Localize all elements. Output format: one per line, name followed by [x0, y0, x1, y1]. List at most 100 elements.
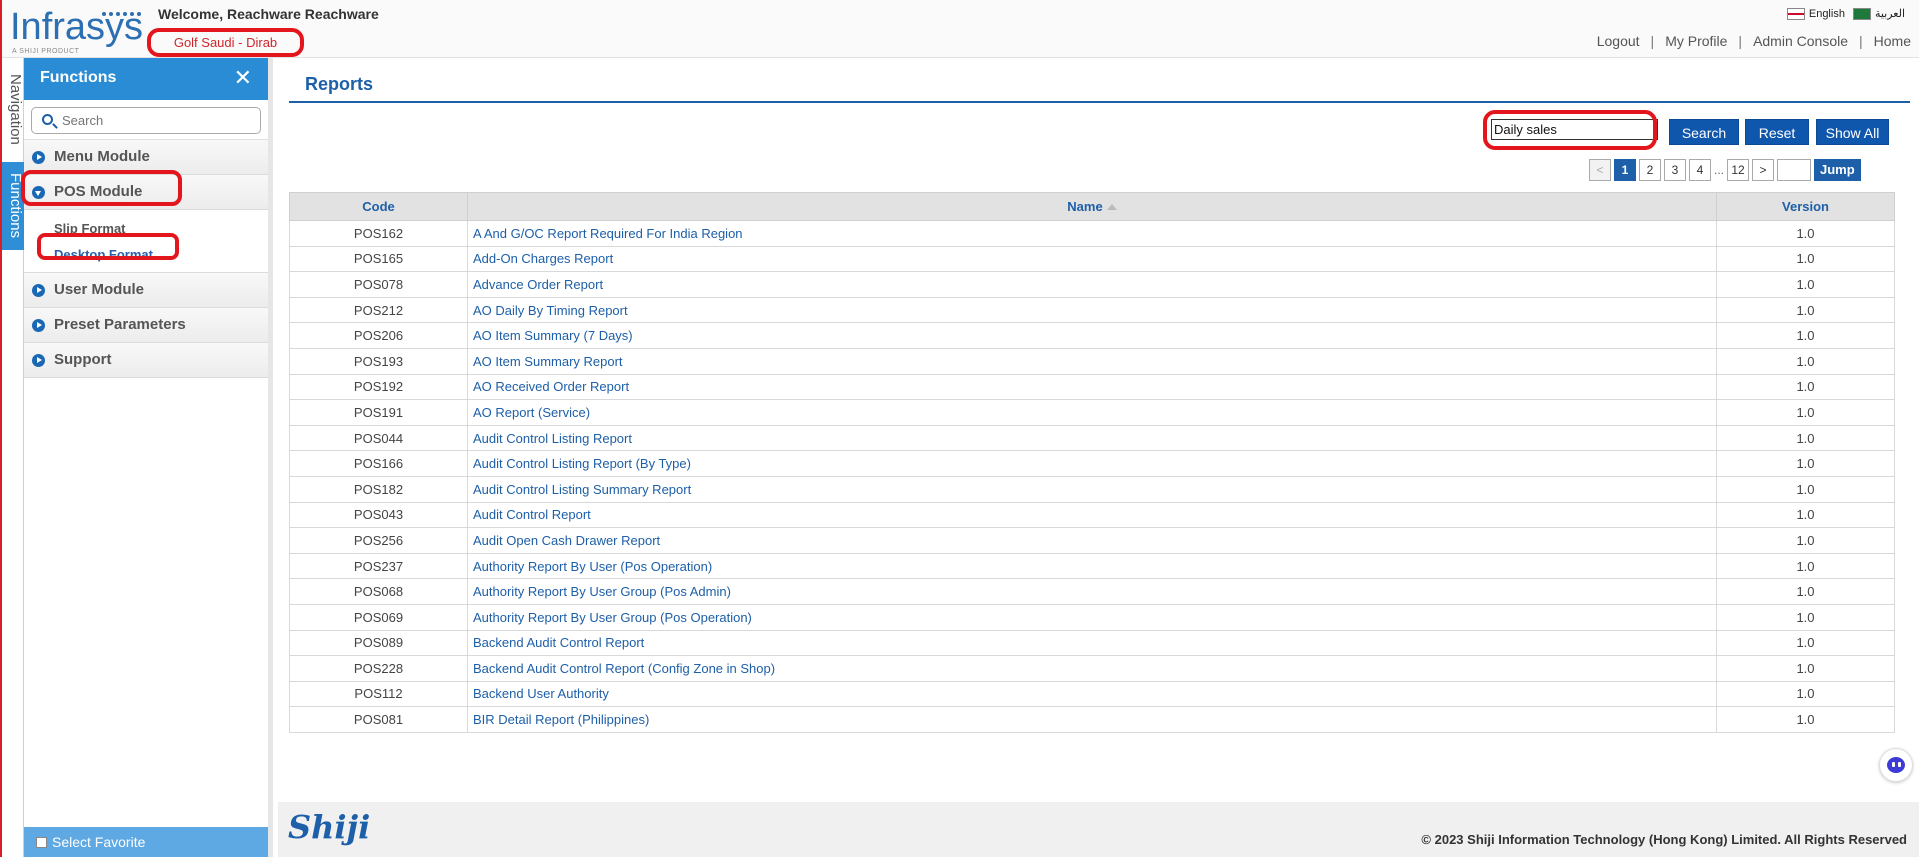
admin-console-link[interactable]: Admin Console — [1753, 33, 1848, 49]
table-row[interactable]: POS078 Advance Order Report 1.0 — [289, 271, 1895, 298]
table-row[interactable]: POS069 Authority Report By User Group (Po… — [289, 603, 1895, 631]
logout-link[interactable]: Logout — [1597, 33, 1640, 49]
table-row[interactable]: POS081 BIR Detail Report (Philippines) 1.0 — [289, 706, 1895, 733]
cell-name[interactable]: A And G/OC Report Required For India Reg… — [467, 220, 1717, 247]
cell-version: 1.0 — [1716, 347, 1895, 375]
cell-version: 1.0 — [1716, 655, 1895, 682]
col-name[interactable]: Name — [467, 192, 1717, 221]
favorite-checkbox[interactable] — [36, 837, 47, 848]
table-row[interactable]: POS192 AO Received Order Report 1.0 — [289, 373, 1895, 401]
search-button[interactable]: Search — [1669, 119, 1739, 145]
pager-page[interactable]: 3 — [1664, 159, 1686, 181]
cell-version: 1.0 — [1716, 399, 1895, 426]
cell-code: POS237 — [289, 552, 468, 580]
sort-asc-icon — [1106, 204, 1117, 210]
tab-navigation[interactable]: Navigation — [2, 64, 24, 154]
pager-prev[interactable]: < — [1589, 159, 1611, 181]
cell-name[interactable]: AO Item Summary (7 Days) — [467, 322, 1717, 349]
cell-name[interactable]: Backend Audit Control Report — [467, 629, 1717, 657]
table-row[interactable]: POS068 Authority Report By User Group (Po… — [289, 578, 1895, 605]
lang-english[interactable]: English — [1786, 8, 1845, 20]
cell-code: POS182 — [289, 475, 468, 503]
pager-page[interactable]: 4 — [1689, 159, 1711, 181]
cell-name[interactable]: Audit Open Cash Drawer Report — [467, 527, 1717, 554]
outlet-selector[interactable]: Golf Saudi - Dirab — [147, 28, 304, 57]
table-row[interactable]: POS165 Add-On Charges Report 1.0 — [289, 245, 1895, 273]
shiji-logo: Shiji — [288, 808, 371, 846]
table-row[interactable]: POS191 AO Report (Service) 1.0 — [289, 399, 1895, 426]
table-row[interactable]: POS206 AO Item Summary (7 Days) 1.0 — [289, 322, 1895, 349]
table-row[interactable]: POS237 Authority Report By User (Pos Oper… — [289, 552, 1895, 580]
cell-name[interactable]: Advance Order Report — [467, 271, 1717, 298]
cell-name[interactable]: Backend Audit Control Report (Config Zon… — [467, 655, 1717, 682]
reset-button[interactable]: Reset — [1745, 119, 1809, 145]
sidebar-search-input[interactable] — [62, 109, 262, 132]
cell-version: 1.0 — [1716, 245, 1895, 273]
cell-version: 1.0 — [1716, 501, 1895, 529]
table-row[interactable]: POS044 Audit Control Listing Report 1.0 — [289, 424, 1895, 452]
cell-name[interactable]: Audit Control Report — [467, 501, 1717, 529]
jump-page-input[interactable] — [1777, 159, 1812, 181]
table-row[interactable]: POS212 AO Daily By Timing Report 1.0 — [289, 296, 1895, 324]
select-favorite-bar[interactable]: Select Favorite — [24, 827, 268, 857]
table-row[interactable]: POS193 AO Item Summary Report 1.0 — [289, 347, 1895, 375]
table-row[interactable]: POS182 Audit Control Listing Summary Repo… — [289, 475, 1895, 503]
cell-version: 1.0 — [1716, 603, 1895, 631]
expand-arrow-icon — [32, 284, 45, 297]
col-code[interactable]: Code — [289, 192, 468, 221]
pager-page[interactable]: 2 — [1639, 159, 1661, 181]
module-support[interactable]: Support — [24, 343, 268, 378]
show-all-button[interactable]: Show All — [1816, 119, 1889, 145]
cell-code: POS162 — [289, 220, 468, 247]
table-row[interactable]: POS112 Backend User Authority 1.0 — [289, 680, 1895, 708]
cell-name[interactable]: Authority Report By User Group (Pos Oper… — [467, 603, 1717, 631]
pager-last-page[interactable]: 12 — [1727, 159, 1750, 181]
functions-header: Functions ✕ — [24, 58, 268, 100]
home-link[interactable]: Home — [1874, 33, 1911, 49]
cell-name[interactable]: AO Received Order Report — [467, 373, 1717, 401]
table-row[interactable]: POS256 Audit Open Cash Drawer Report 1.0 — [289, 527, 1895, 554]
col-version[interactable]: Version — [1716, 192, 1895, 221]
app-frame: Infrasys A SHIJI PRODUCT Welcome, Reachw… — [0, 0, 1919, 857]
highlight-search-box — [1483, 110, 1657, 150]
cell-name[interactable]: AO Daily By Timing Report — [467, 296, 1717, 324]
pager-next[interactable]: > — [1752, 159, 1775, 181]
cell-name[interactable]: Audit Control Listing Report (By Type) — [467, 450, 1717, 477]
cell-name[interactable]: AO Item Summary Report — [467, 347, 1717, 375]
cell-name[interactable]: Backend User Authority — [467, 680, 1717, 708]
cell-version: 1.0 — [1716, 680, 1895, 708]
module-preset-parameters[interactable]: Preset Parameters — [24, 308, 268, 343]
tab-functions[interactable]: Functions — [2, 162, 24, 250]
lang-arabic[interactable]: العربية — [1852, 7, 1905, 21]
pager-page[interactable]: 1 — [1614, 159, 1636, 181]
cell-code: POS193 — [289, 347, 468, 375]
cell-name[interactable]: AO Report (Service) — [467, 399, 1717, 426]
jump-button[interactable]: Jump — [1814, 159, 1861, 181]
chatbot-icon[interactable] — [1879, 748, 1913, 782]
cell-name[interactable]: Authority Report By User Group (Pos Admi… — [467, 578, 1717, 605]
table-row[interactable]: POS228 Backend Audit Control Report (Conf… — [289, 655, 1895, 682]
module-user[interactable]: User Module — [24, 273, 268, 308]
logo-tagline: A SHIJI PRODUCT — [12, 48, 80, 55]
cell-name[interactable]: Audit Control Listing Summary Report — [467, 475, 1717, 503]
cell-code: POS191 — [289, 399, 468, 426]
cell-version: 1.0 — [1716, 296, 1895, 324]
page-title: Reports — [305, 74, 374, 94]
cell-code: POS069 — [289, 603, 468, 631]
my-profile-link[interactable]: My Profile — [1665, 33, 1727, 49]
close-icon[interactable]: ✕ — [234, 58, 252, 98]
cell-code: POS043 — [289, 501, 468, 529]
search-box — [31, 107, 262, 134]
cell-name[interactable]: BIR Detail Report (Philippines) — [467, 706, 1717, 733]
cell-code: POS044 — [289, 424, 468, 452]
cell-name[interactable]: Add-On Charges Report — [467, 245, 1717, 273]
table-row[interactable]: POS043 Audit Control Report 1.0 — [289, 501, 1895, 529]
infrasys-logo[interactable]: Infrasys A SHIJI PRODUCT — [10, 2, 155, 56]
table-row[interactable]: POS166 Audit Control Listing Report (By T… — [289, 450, 1895, 477]
cell-name[interactable]: Authority Report By User (Pos Operation) — [467, 552, 1717, 580]
table-row[interactable]: POS162 A And G/OC Report Required For Ind… — [289, 220, 1895, 247]
cell-version: 1.0 — [1716, 706, 1895, 733]
cell-code: POS089 — [289, 629, 468, 657]
table-row[interactable]: POS089 Backend Audit Control Report 1.0 — [289, 629, 1895, 657]
cell-name[interactable]: Audit Control Listing Report — [467, 424, 1717, 452]
